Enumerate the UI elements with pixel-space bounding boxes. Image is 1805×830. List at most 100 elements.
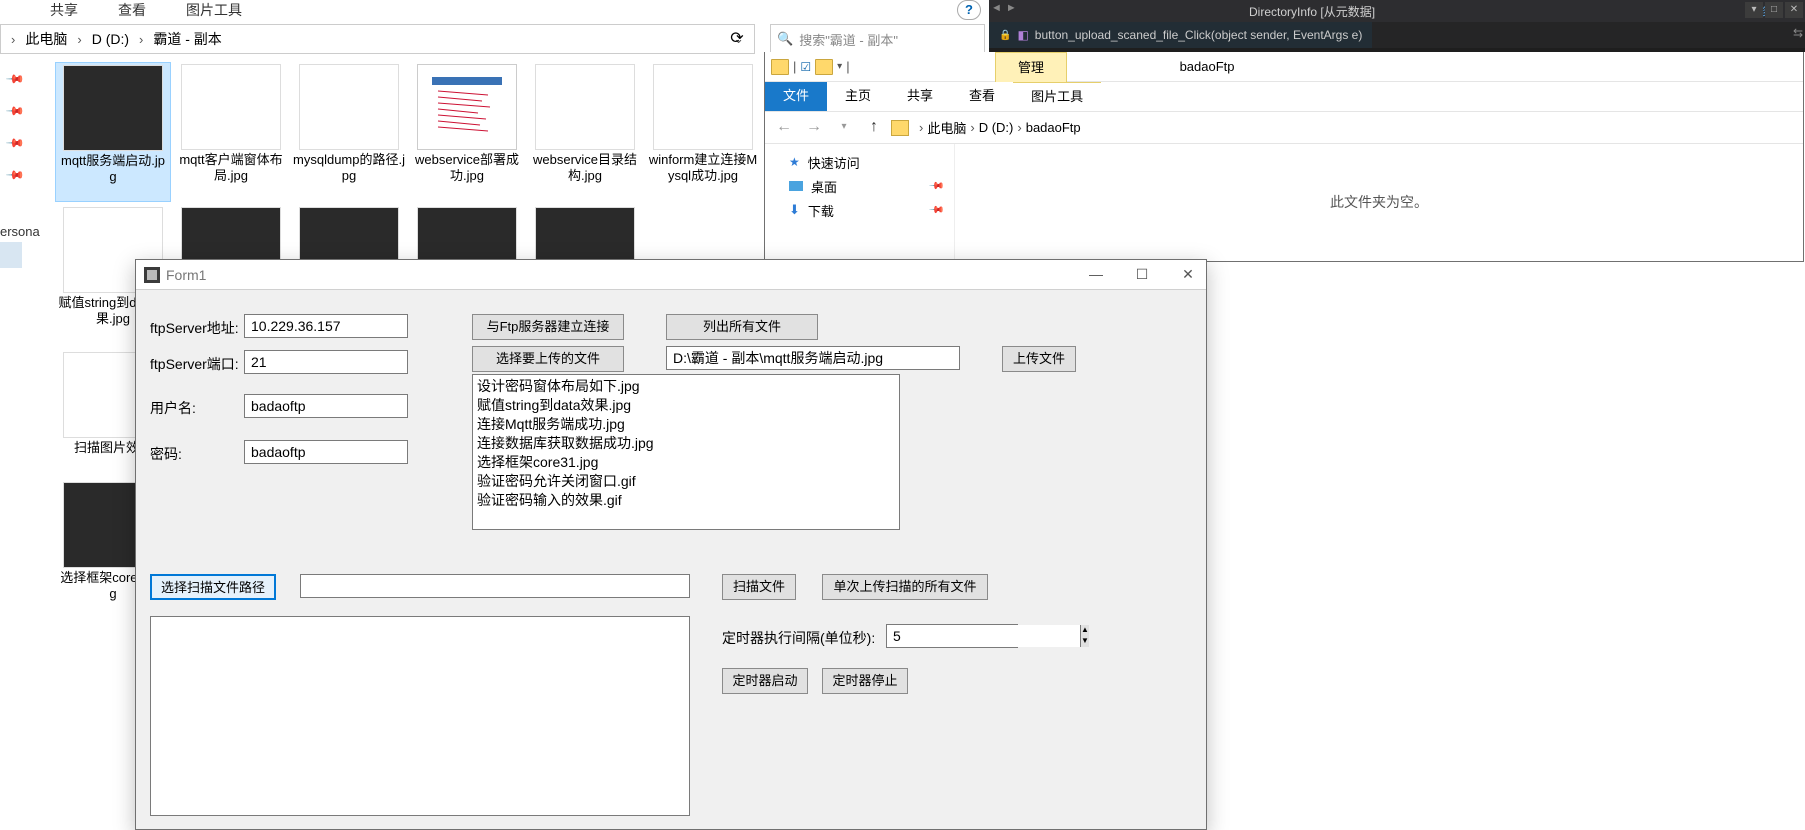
nav-forward-button: → [801,115,827,141]
vs-breadcrumb-method[interactable]: 🔒 ◧ button_upload_scaned_file_Click(obje… [989,22,1372,48]
ribbon-tab-share[interactable]: 共享 [50,0,78,20]
chevron-right-icon[interactable]: ► [1006,2,1017,14]
address-bar[interactable]: › 此电脑 › D (D:) › badaoFtp [891,115,1081,141]
label-password: 密码: [150,444,182,464]
list-item[interactable]: 赋值string到data效果.jpg [477,396,895,415]
chevron-left-icon[interactable]: ◄ [991,2,1002,14]
pin-icon[interactable]: ⇆ [1793,26,1803,40]
ribbon-tab-picture-tools[interactable]: 图片工具 [1013,82,1101,111]
minimize-button[interactable]: — [1086,266,1106,283]
file-label: winform建立连接Mysql成功.jpg [645,152,761,184]
checkbox-icon[interactable]: ☑ [800,60,811,74]
thumbnail [535,64,635,150]
form1-titlebar[interactable]: Form1 — ☐ ✕ [136,260,1206,290]
quick-access-toolbar: | ☑ ▾ | [765,59,856,75]
input-password[interactable] [244,440,408,464]
close-button[interactable]: ✕ [1178,266,1198,283]
breadcrumb-part[interactable]: 此电脑 [21,29,71,49]
vs-toolbar-icon[interactable]: □ [1765,2,1783,18]
nav-back-button[interactable]: ← [771,115,797,141]
button-list-all-files[interactable]: 列出所有文件 [666,314,818,340]
file-label: webservice部署成功.jpg [409,152,525,184]
vs-toolbar-icon[interactable]: ✕ [1785,2,1803,18]
refresh-button[interactable]: ⟳ [720,24,755,54]
numeric-input[interactable] [887,625,1080,647]
tree-downloads[interactable]: ⬇ 下载 📌 [765,198,954,222]
listbox-remote-files[interactable]: 设计密码窗体布局如下.jpg 赋值string到data效果.jpg 连接Mqt… [472,374,900,530]
separator: | [793,59,796,74]
textbox-log-output[interactable] [150,616,690,816]
ribbon-tab-picture-tools[interactable]: 图片工具 [186,0,242,20]
file-item[interactable]: mysqldump的路径.jpg [291,62,407,202]
file-item[interactable]: mqtt服务端启动.jpg [55,62,171,202]
ribbon-tab-share[interactable]: 共享 [889,82,951,111]
vs-tab-row: 🔒 ◧ button_upload_scaned_file_Click(obje… [989,22,1805,48]
list-item[interactable]: 验证密码输入的效果.gif [477,491,895,510]
qat-dropdown-icon[interactable]: ▾ [837,61,842,72]
vs-toolbar-icon[interactable]: ▾ [1745,2,1763,18]
tree-desktop[interactable]: 桌面 📌 [765,174,954,198]
file-item[interactable]: winform建立连接Mysql成功.jpg [645,62,761,202]
nav-up-button[interactable]: ↑ [861,115,887,141]
button-connect-ftp[interactable]: 与Ftp服务器建立连接 [472,314,624,340]
folder-icon[interactable] [815,59,833,75]
ribbon-tab-home[interactable]: 主页 [827,82,889,111]
input-username[interactable] [244,394,408,418]
file-item[interactable]: webservice目录结构.jpg [527,62,643,202]
list-item[interactable]: 连接数据库获取数据成功.jpg [477,434,895,453]
button-scan-files[interactable]: 扫描文件 [722,574,796,600]
ribbon-context-manage[interactable]: 管理 [995,52,1067,82]
list-item[interactable]: 连接Mqtt服务端成功.jpg [477,415,895,434]
spin-up-icon[interactable]: ▲ [1080,625,1089,636]
button-choose-upload-file[interactable]: 选择要上传的文件 [472,346,624,372]
search-box[interactable]: 🔍 搜索"霸道 - 副本" [770,24,985,54]
list-item[interactable]: 验证密码允许关闭窗口.gif [477,472,895,491]
sidebar-selection [0,242,22,268]
numeric-timer-interval[interactable]: ▲ ▼ [886,624,1018,648]
thumbnail [63,65,163,151]
breadcrumb-part[interactable]: D (D:) [979,120,1014,135]
button-choose-scan-path[interactable]: 选择扫描文件路径 [150,574,276,600]
button-timer-start[interactable]: 定时器启动 [722,668,808,694]
address-bar[interactable]: › 此电脑 › D (D:) › 霸道 - 副本 ⌄ [0,24,755,54]
vs-method-name: button_upload_scaned_file_Click(object s… [1035,28,1363,42]
breadcrumb-part[interactable]: D (D:) [88,31,133,47]
breadcrumb-part[interactable]: 霸道 - 副本 [149,29,225,49]
file-item[interactable]: webservice部署成功.jpg [409,62,525,202]
button-upload-file[interactable]: 上传文件 [1002,346,1076,372]
breadcrumb-part[interactable]: 此电脑 [927,118,966,137]
input-ftp-port[interactable] [244,350,408,374]
input-upload-path[interactable] [666,346,960,370]
spin-down-icon[interactable]: ▼ [1080,636,1089,647]
file-item[interactable]: mqtt客户端窗体布局.jpg [173,62,289,202]
thumbnail [181,64,281,150]
chevron-right-icon: › [71,32,87,47]
explorer-window-badaoftp: | ☑ ▾ | 管理 badaoFtp 文件 主页 共享 查看 图片工具 ← →… [764,52,1804,262]
separator: | [846,59,849,74]
button-upload-all-scanned[interactable]: 单次上传扫描的所有文件 [822,574,988,600]
pin-icon: 📌 [927,202,944,219]
thumbnail [299,64,399,150]
ribbon-tab-file[interactable]: 文件 [765,82,827,111]
folder-icon[interactable] [771,59,789,75]
ribbon-tab-view[interactable]: 查看 [118,0,146,20]
button-timer-stop[interactable]: 定时器停止 [822,668,908,694]
tree-quick-access[interactable]: ★ 快速访问 [765,150,954,174]
chevron-right-icon: › [915,120,927,135]
input-ftp-server[interactable] [244,314,408,338]
input-scan-path[interactable] [300,574,690,598]
explorer2-titlebar: | ☑ ▾ | 管理 badaoFtp [765,52,1803,82]
list-item[interactable]: 设计密码窗体布局如下.jpg [477,377,895,396]
maximize-button[interactable]: ☐ [1132,266,1152,283]
tree-label: 桌面 [811,177,837,196]
star-icon: ★ [789,155,800,169]
ribbon-tab-view[interactable]: 查看 [951,82,1013,111]
breadcrumb-part[interactable]: badaoFtp [1026,120,1081,135]
nav-recent-dropdown[interactable]: ▾ [831,115,857,141]
app-icon [144,267,160,283]
help-icon[interactable]: ? [957,0,981,20]
window-title: badaoFtp [1180,59,1235,74]
file-label: mqtt服务端启动.jpg [56,153,170,185]
list-item[interactable]: 选择框架core31.jpg [477,453,895,472]
explorer2-nav-row: ← → ▾ ↑ › 此电脑 › D (D:) › badaoFtp [765,112,1803,144]
